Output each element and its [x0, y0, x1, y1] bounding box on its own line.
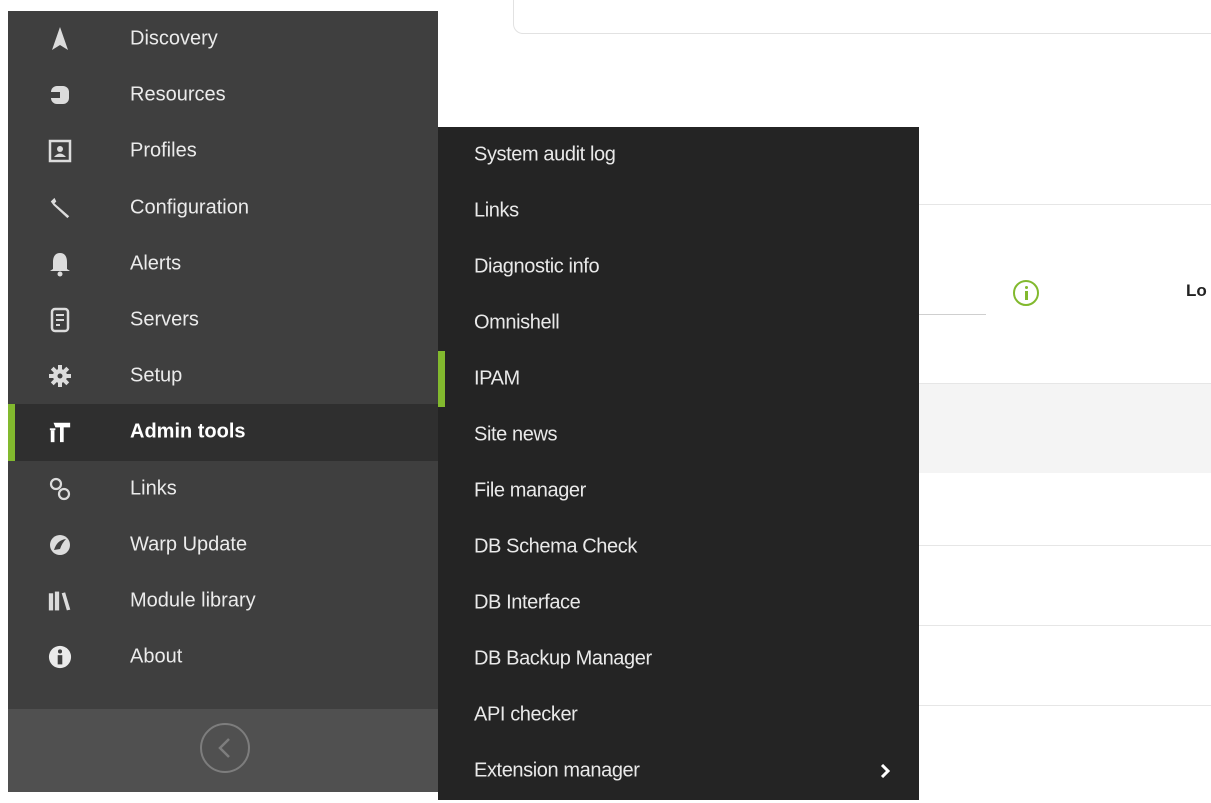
submenu-item-ipam[interactable]: IPAM	[438, 351, 919, 407]
submenu-item-label: API checker	[474, 703, 578, 726]
background-label: Lo	[1186, 281, 1207, 300]
submenu-item-extension-manager[interactable]: Extension manager	[438, 743, 919, 799]
submenu-item-label: Omnishell	[474, 311, 560, 334]
sidebar-item-label: Alerts	[130, 252, 182, 275]
submenu-item-label: DB Schema Check	[474, 535, 637, 558]
submenu-item-diagnostic-info[interactable]: Diagnostic info	[438, 239, 919, 295]
sidebar-item-label: Setup	[130, 364, 183, 387]
library-icon	[48, 589, 72, 613]
sidebar-item-module-library[interactable]: Module library	[8, 573, 438, 629]
submenu-item-label: Links	[474, 199, 519, 222]
submenu-item-label: File manager	[474, 479, 586, 502]
warp-update-icon	[48, 533, 72, 557]
sidebar-item-resources[interactable]: Resources	[8, 67, 438, 123]
sidebar-menu: Discovery Resources Profiles Configurati…	[8, 11, 438, 685]
submenu-item-db-interface[interactable]: DB Interface	[438, 575, 919, 631]
submenu-item-label: Extension manager	[474, 759, 640, 782]
sidebar-item-alerts[interactable]: Alerts	[8, 236, 438, 292]
submenu-item-label: System audit log	[474, 143, 616, 166]
sidebar-item-label: Warp Update	[130, 533, 248, 556]
sidebar-item-label: Servers	[130, 308, 199, 331]
submenu-item-file-manager[interactable]: File manager	[438, 463, 919, 519]
gear-icon	[48, 364, 72, 388]
sidebar-item-servers[interactable]: Servers	[8, 292, 438, 348]
sidebar-item-warp-update[interactable]: Warp Update	[8, 517, 438, 573]
chevron-right-icon	[880, 764, 890, 778]
submenu-item-system-audit-log[interactable]: System audit log	[438, 127, 919, 183]
rocket-icon	[48, 27, 72, 51]
sidebar-item-setup[interactable]: Setup	[8, 348, 438, 404]
sidebar-item-label: Discovery	[130, 27, 218, 50]
sidebar-footer	[8, 709, 438, 792]
sidebar-item-admin-tools[interactable]: Admin tools	[8, 404, 438, 461]
submenu-item-site-news[interactable]: Site news	[438, 407, 919, 463]
submenu-item-label: IPAM	[474, 367, 520, 390]
submenu-item-label: Site news	[474, 423, 558, 446]
sidebar: Discovery Resources Profiles Configurati…	[8, 11, 438, 792]
admin-tools-submenu: System audit log Links Diagnostic info O…	[438, 127, 919, 800]
submenu-item-label: Diagnostic info	[474, 255, 600, 278]
wrench-icon	[48, 196, 72, 220]
submenu-item-api-checker[interactable]: API checker	[438, 687, 919, 743]
sidebar-item-label: Module library	[130, 589, 256, 612]
submenu-item-label: DB Backup Manager	[474, 647, 652, 670]
submenu-item-omnishell[interactable]: Omnishell	[438, 295, 919, 351]
sidebar-item-about[interactable]: About	[8, 629, 438, 685]
chevron-left-icon	[218, 738, 230, 758]
submenu-item-label: DB Interface	[474, 591, 581, 614]
info-icon	[48, 645, 72, 669]
resources-icon	[48, 83, 72, 107]
divider	[890, 204, 1211, 205]
sidebar-item-discovery[interactable]: Discovery	[8, 11, 438, 67]
bell-icon	[48, 252, 72, 277]
sidebar-item-label: Links	[130, 477, 177, 500]
divider	[890, 625, 1211, 626]
content-card	[513, 0, 1211, 34]
server-icon	[48, 307, 72, 333]
sidebar-item-label: Admin tools	[130, 420, 246, 443]
profile-card-icon	[48, 139, 72, 163]
sidebar-item-label: Profiles	[130, 139, 197, 162]
sidebar-item-label: About	[130, 645, 183, 668]
sidebar-item-label: Resources	[130, 83, 226, 106]
submenu-item-links[interactable]: Links	[438, 183, 919, 239]
collapse-sidebar-button[interactable]	[200, 723, 250, 773]
submenu-item-db-backup-manager[interactable]: DB Backup Manager	[438, 631, 919, 687]
sidebar-item-configuration[interactable]: Configuration	[8, 180, 438, 236]
sidebar-item-links[interactable]: Links	[8, 461, 438, 517]
table-row	[890, 383, 1211, 473]
sidebar-item-profiles[interactable]: Profiles	[8, 123, 438, 179]
info-icon[interactable]	[1013, 280, 1039, 306]
submenu-item-db-schema-check[interactable]: DB Schema Check	[438, 519, 919, 575]
admin-tools-icon	[48, 420, 72, 444]
sidebar-item-label: Configuration	[130, 196, 249, 219]
divider	[890, 545, 1211, 546]
links-icon	[48, 477, 72, 501]
divider	[890, 705, 1211, 706]
